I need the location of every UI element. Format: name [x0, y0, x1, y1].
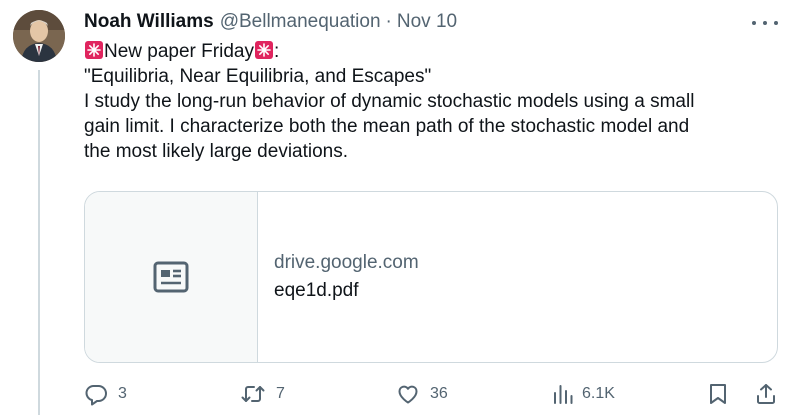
like-count: 36	[430, 385, 448, 402]
link-card[interactable]: drive.google.com eqe1d.pdf	[84, 191, 778, 363]
avatar[interactable]	[13, 10, 65, 62]
tweet-body: Noah Williams @Bellmanequation · Nov 10 …	[84, 10, 784, 164]
tweet-text-line: "Equilibria, Near Equilibria, and Escape…	[84, 66, 432, 87]
views-icon	[554, 385, 573, 404]
retweet-button[interactable]: 7	[240, 380, 285, 408]
tweet-text-line: I study the long-run behavior of dynamic…	[84, 91, 695, 112]
card-domain: drive.google.com	[274, 252, 419, 273]
views-button[interactable]: 6.1K	[552, 380, 615, 408]
bookmark-icon	[710, 384, 726, 404]
newspaper-icon	[153, 261, 189, 293]
tweet-date[interactable]: Nov 10	[397, 11, 457, 33]
dot-icon	[752, 21, 756, 25]
separator-dot: ·	[385, 11, 392, 32]
card-title: eqe1d.pdf	[274, 280, 359, 301]
heart-icon	[398, 385, 418, 404]
reply-button[interactable]: 3	[84, 380, 127, 408]
action-bar: 3 7 36 6.1K	[84, 380, 784, 408]
tweet-header: Noah Williams @Bellmanequation · Nov 10	[84, 10, 784, 34]
tweet-text-line: the most likely large deviations.	[84, 141, 349, 162]
tweet-text-line: gain limit. I characterize both the mean…	[84, 116, 690, 137]
tweet-text-line: New paper Friday :	[84, 39, 784, 64]
card-info: drive.google.com eqe1d.pdf	[258, 192, 419, 362]
thread-line	[38, 70, 40, 415]
bookmark-button[interactable]	[708, 380, 728, 408]
view-count: 6.1K	[582, 385, 615, 402]
author-name[interactable]: Noah Williams	[84, 11, 214, 33]
retweet-count: 7	[276, 385, 285, 402]
card-thumbnail	[85, 192, 258, 362]
like-button[interactable]: 36	[396, 380, 448, 408]
dot-icon	[774, 21, 778, 25]
siren-icon	[254, 41, 273, 59]
tweet-text-headline: New paper Friday	[104, 41, 254, 62]
share-icon	[757, 384, 775, 404]
reply-icon	[85, 385, 107, 406]
tweet-text-colon: :	[273, 41, 280, 62]
siren-icon	[85, 41, 103, 59]
more-options-button[interactable]	[752, 15, 778, 31]
retweet-icon	[241, 386, 265, 402]
share-button[interactable]	[754, 380, 778, 408]
reply-count: 3	[118, 385, 127, 402]
dot-icon	[763, 21, 767, 25]
tweet-text: New paper Friday : "Equilibria, Near Equ…	[84, 39, 784, 164]
author-handle[interactable]: @Bellmanequation	[220, 11, 381, 33]
